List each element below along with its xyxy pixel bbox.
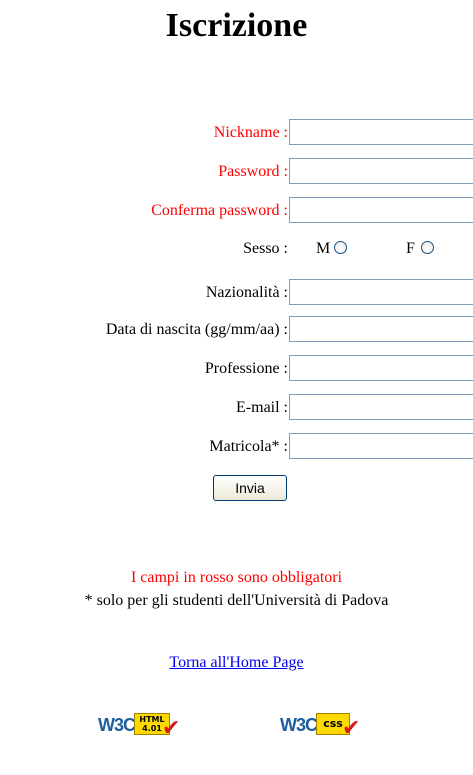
nickname-label: Nickname : [213,124,288,141]
sex-option-m-label: M [316,240,331,257]
sex-row: Sesso : M F [0,234,473,264]
matricola-input[interactable] [289,433,473,459]
page-title: Iscrizione [165,7,308,44]
birth-date-label: Data di nascita (gg/mm/aa) : [105,321,288,338]
email-label: E-mail : [236,399,288,416]
checkmark-icon: ✔ [342,716,361,741]
sex-option-f-label: F [406,240,415,257]
nationality-row: Nazionalità : [0,278,473,308]
sex-radio-m[interactable] [334,241,347,254]
profession-label: Professione : [204,360,288,377]
password-label: Password : [218,163,288,180]
home-link-container: Torna all'Home Page [0,653,473,673]
submit-button[interactable]: Invia [213,475,287,501]
confirm-password-label: Conferma password : [151,202,288,219]
password-row: Password : [0,157,473,187]
birth-date-input[interactable] [289,316,473,342]
students-note: * solo per gli studenti dell'Università … [84,592,389,609]
sex-radio-f[interactable] [421,241,434,254]
sex-label: Sesso : [243,240,288,257]
nickname-input[interactable] [289,119,473,145]
email-row: E-mail : [0,393,473,423]
w3c-html-badge[interactable]: W3C HTML 4.01 ✔ [96,710,184,741]
profession-row: Professione : [0,354,473,384]
email-input[interactable] [289,394,473,420]
w3c-logo-text: W3C [98,715,136,735]
confirm-password-row: Conferma password : [0,196,473,226]
profession-input[interactable] [289,355,473,381]
matricola-row: Matricola* : [0,432,473,462]
nickname-row: Nickname : [0,118,473,148]
checkmark-icon: ✔ [162,716,181,741]
w3c-logo-text: W3C [280,715,318,735]
required-fields-note: I campi in rosso sono obbligatori [130,569,343,586]
nationality-input[interactable] [289,279,473,305]
nationality-label: Nazionalità : [205,284,288,301]
home-page-link[interactable]: Torna all'Home Page [169,654,303,671]
confirm-password-input[interactable] [289,197,473,223]
w3c-css-badge[interactable]: W3C css ✔ [278,710,366,741]
password-input[interactable] [289,158,473,184]
matricola-label: Matricola* : [209,438,288,455]
birth-date-row: Data di nascita (gg/mm/aa) : [0,315,473,345]
